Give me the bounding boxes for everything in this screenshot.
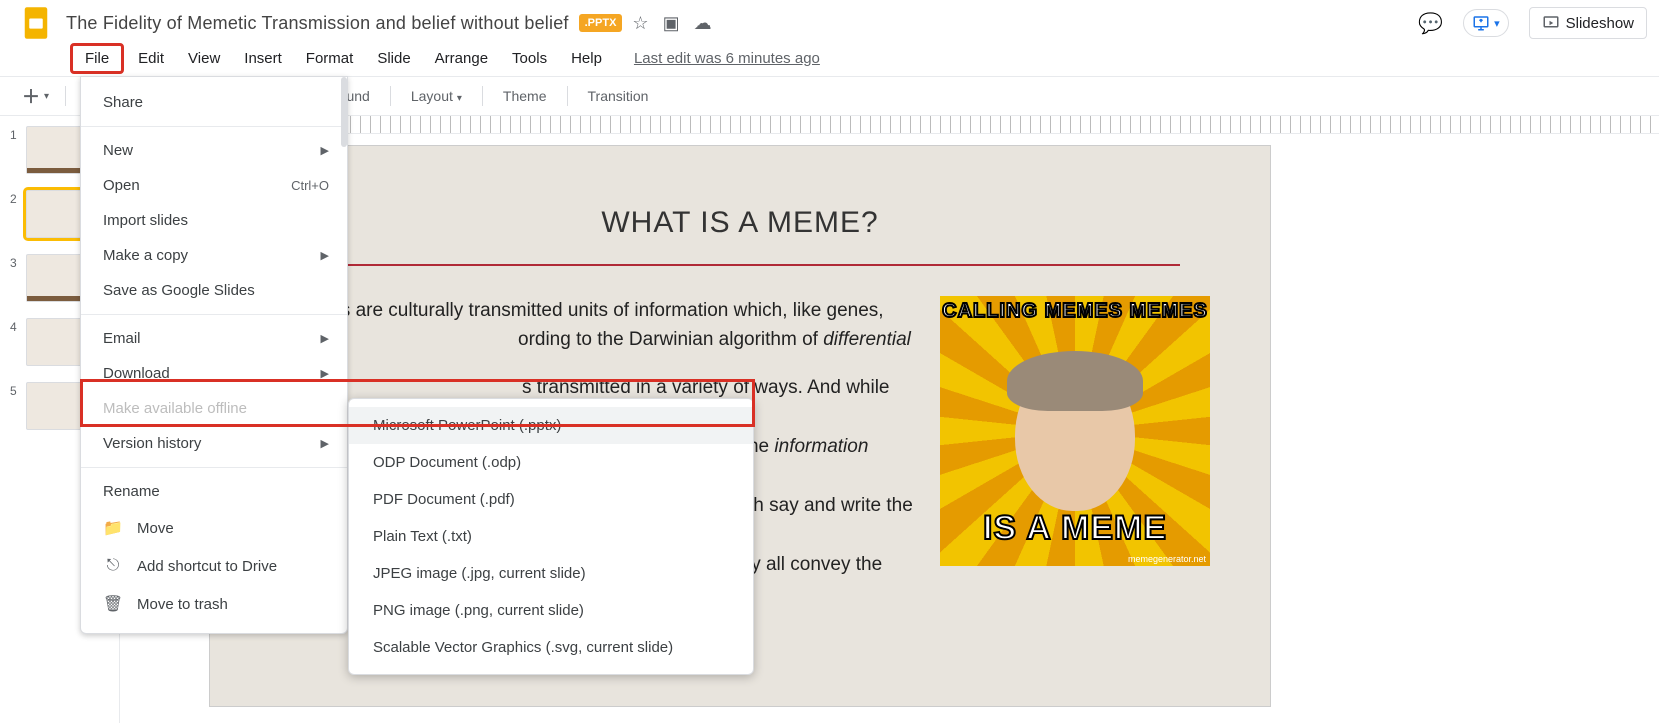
submenu-arrow-icon: ▶ [321, 367, 329, 380]
menu-format[interactable]: Format [296, 44, 364, 73]
trash-icon: 🗑 [103, 594, 123, 614]
thumb-number: 3 [10, 254, 26, 270]
file-version-history[interactable]: Version history▶ [81, 426, 347, 461]
menu-bar: File Edit View Insert Format Slide Arran… [0, 40, 1659, 76]
download-submenu: Microsoft PowerPoint (.pptx) ODP Documen… [348, 398, 754, 675]
new-slide-button[interactable]: ＋▾ [16, 82, 55, 110]
submenu-arrow-icon: ▶ [321, 437, 329, 450]
file-share[interactable]: Share [81, 85, 347, 120]
file-trash[interactable]: 🗑Move to trash [81, 585, 347, 623]
meme-top-text: CALLING MEMES MEMES [940, 300, 1210, 323]
download-pptx[interactable]: Microsoft PowerPoint (.pptx) [349, 407, 753, 444]
file-rename[interactable]: Rename [81, 474, 347, 509]
menu-arrange[interactable]: Arrange [425, 44, 498, 73]
thumb-number: 5 [10, 382, 26, 398]
document-title[interactable]: The Fidelity of Memetic Transmission and… [66, 13, 569, 34]
present-dropdown[interactable]: ▾ [1463, 9, 1509, 37]
download-png[interactable]: PNG image (.png, current slide) [349, 592, 753, 629]
file-email[interactable]: Email▶ [81, 321, 347, 356]
download-jpg[interactable]: JPEG image (.jpg, current slide) [349, 555, 753, 592]
cloud-status-icon[interactable]: ☁ [694, 13, 712, 34]
meme-image: CALLING MEMES MEMES IS A MEME memegenera… [940, 296, 1210, 566]
submenu-arrow-icon: ▶ [321, 332, 329, 345]
theme-button[interactable]: Theme [493, 84, 557, 108]
horizontal-ruler [140, 116, 1659, 134]
menu-view[interactable]: View [178, 44, 230, 73]
file-open[interactable]: OpenCtrl+O [81, 168, 347, 203]
last-edit-status[interactable]: Last edit was 6 minutes ago [634, 50, 820, 67]
download-svg[interactable]: Scalable Vector Graphics (.svg, current … [349, 629, 753, 666]
pptx-badge: .PPTX [579, 14, 623, 32]
meme-bottom-text: IS A MEME [940, 509, 1210, 548]
submenu-arrow-icon: ▶ [321, 249, 329, 262]
menu-file[interactable]: File [70, 43, 124, 74]
file-make-offline: Make available offline [81, 391, 347, 426]
title-bar: The Fidelity of Memetic Transmission and… [0, 0, 1659, 40]
menu-insert[interactable]: Insert [234, 44, 292, 73]
folder-move-icon: 📁 [103, 518, 123, 538]
file-import-slides[interactable]: Import slides [81, 203, 347, 238]
download-txt[interactable]: Plain Text (.txt) [349, 518, 753, 555]
drive-shortcut-icon: ⎋ [103, 556, 123, 576]
comments-icon[interactable]: 💬 [1418, 11, 1443, 36]
slide-title: WHAT IS A MEME? [270, 206, 1210, 240]
download-odp[interactable]: ODP Document (.odp) [349, 444, 753, 481]
star-icon[interactable]: ☆ [632, 13, 648, 34]
slides-logo[interactable] [18, 5, 54, 41]
thumb-number: 4 [10, 318, 26, 334]
menu-slide[interactable]: Slide [367, 44, 420, 73]
layout-dropdown[interactable]: Layout [401, 84, 472, 108]
file-new[interactable]: New▶ [81, 133, 347, 168]
slideshow-button[interactable]: Slideshow [1529, 7, 1647, 39]
move-to-folder-icon[interactable]: ▣ [663, 13, 680, 34]
meme-watermark: memegenerator.net [1128, 554, 1206, 564]
file-download[interactable]: Download▶ [81, 356, 347, 391]
submenu-arrow-icon: ▶ [321, 144, 329, 157]
file-add-shortcut[interactable]: ⎋Add shortcut to Drive [81, 547, 347, 585]
file-move[interactable]: 📁Move [81, 509, 347, 547]
thumb-number: 2 [10, 190, 26, 206]
slide-hr [300, 264, 1180, 266]
menu-help[interactable]: Help [561, 44, 612, 73]
download-pdf[interactable]: PDF Document (.pdf) [349, 481, 753, 518]
thumb-number: 1 [10, 126, 26, 142]
menu-tools[interactable]: Tools [502, 44, 557, 73]
transition-button[interactable]: Transition [578, 84, 659, 108]
file-make-copy[interactable]: Make a copy▶ [81, 238, 347, 273]
file-dropdown: Share New▶ OpenCtrl+O Import slides Make… [80, 76, 348, 634]
keyboard-shortcut: Ctrl+O [291, 178, 329, 193]
file-save-as-slides[interactable]: Save as Google Slides [81, 273, 347, 308]
slideshow-label: Slideshow [1566, 15, 1634, 32]
menu-edit[interactable]: Edit [128, 44, 174, 73]
